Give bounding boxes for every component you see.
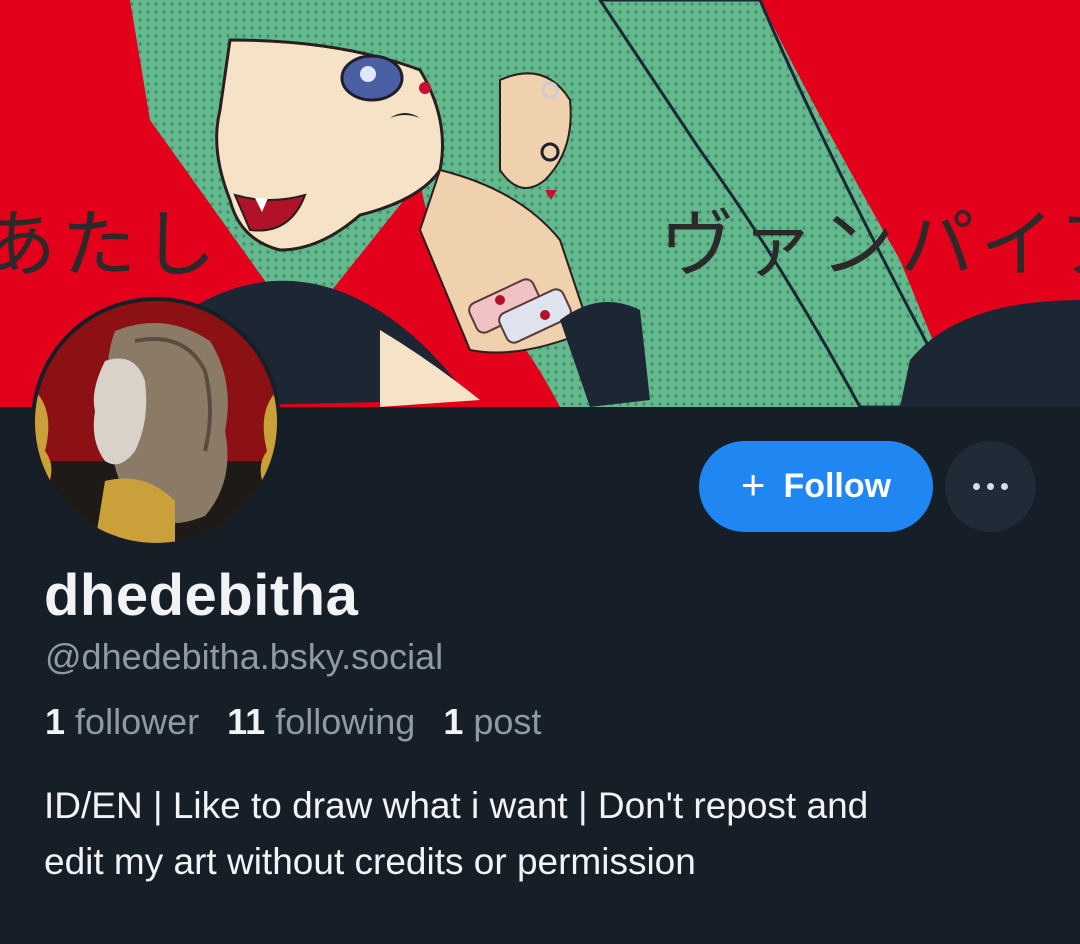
profile-stats: 1 follower 11 following 1 post bbox=[45, 701, 559, 743]
following-label: following bbox=[275, 701, 416, 742]
followers-label: follower bbox=[75, 701, 200, 742]
avatar[interactable] bbox=[31, 297, 281, 547]
bio-line: edit my art without credits or permissio… bbox=[44, 841, 696, 882]
banner-japanese-text-left: あたし bbox=[0, 202, 222, 288]
followers-stat[interactable]: 1 follower bbox=[45, 701, 199, 742]
plus-icon: + bbox=[740, 460, 766, 508]
following-count: 11 bbox=[227, 701, 266, 742]
following-stat[interactable]: 11 following bbox=[227, 701, 415, 742]
bio-line: ID/EN | Like to draw what i want | Don't… bbox=[44, 785, 869, 826]
more-options-button[interactable] bbox=[945, 441, 1036, 532]
display-name: dhedebitha bbox=[44, 563, 359, 628]
banner-japanese-text-right: ヴァンパイア bbox=[660, 202, 1080, 288]
ellipsis-icon bbox=[973, 483, 1008, 490]
handle: @dhedebitha.bsky.social bbox=[45, 636, 444, 677]
posts-count: 1 bbox=[443, 701, 464, 742]
avatar-portrait-icon bbox=[35, 301, 277, 543]
posts-stat: 1 post bbox=[443, 701, 541, 742]
posts-label: post bbox=[473, 701, 542, 742]
profile-bio: ID/EN | Like to draw what i want | Don't… bbox=[44, 778, 1044, 890]
follow-button-label: Follow bbox=[783, 467, 892, 505]
follow-button[interactable]: + Follow bbox=[699, 441, 933, 532]
followers-count: 1 bbox=[45, 701, 66, 742]
